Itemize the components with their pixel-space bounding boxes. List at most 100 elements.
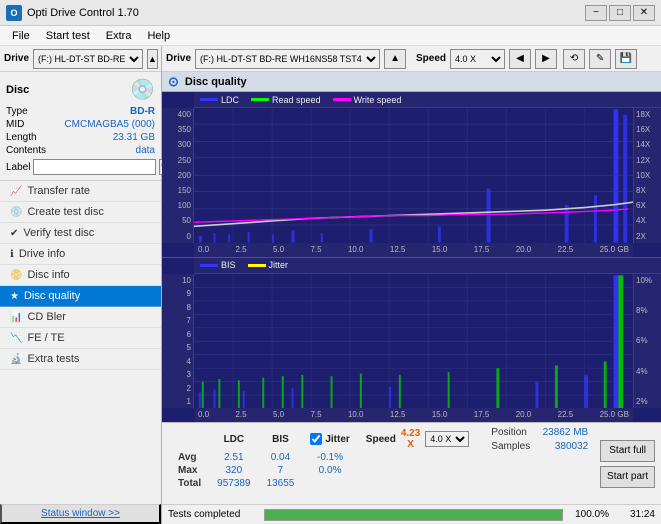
jitter-label: Jitter bbox=[325, 434, 349, 445]
stats-table: LDC BIS Jitter bbox=[170, 427, 477, 490]
jitter-checkbox[interactable] bbox=[310, 433, 322, 445]
legend-bis: BIS bbox=[200, 260, 236, 270]
disc-section-label: Disc bbox=[6, 84, 29, 96]
minimize-button[interactable]: − bbox=[585, 5, 607, 21]
samples-label: Samples bbox=[491, 441, 530, 452]
disc-quality-heading: Disc quality bbox=[185, 76, 247, 88]
nav-fe-te[interactable]: 📉 FE / TE bbox=[0, 328, 161, 349]
upper-y-left-300: 300 bbox=[178, 140, 191, 149]
menu-extra[interactable]: Extra bbox=[98, 29, 140, 43]
menu-help[interactable]: Help bbox=[139, 29, 178, 43]
upper-y-right-10x: 10X bbox=[636, 171, 650, 180]
speed-btn-1[interactable]: ◀ bbox=[509, 49, 531, 69]
upper-x-22-5: 22.5 bbox=[558, 245, 574, 255]
upper-x-20: 20.0 bbox=[516, 245, 532, 255]
lower-x-7-5: 7.5 bbox=[310, 410, 321, 420]
eject-button-right[interactable]: ▲ bbox=[384, 49, 406, 69]
speed-btn-3[interactable]: ⟲ bbox=[563, 49, 585, 69]
lower-y-left-9: 9 bbox=[187, 289, 191, 298]
drive-label: Drive bbox=[4, 53, 29, 64]
lower-x-20: 20.0 bbox=[516, 410, 532, 420]
nav-disc-quality[interactable]: ★ Disc quality bbox=[0, 286, 161, 307]
nav-extra-tests[interactable]: 🔬 Extra tests bbox=[0, 349, 161, 370]
nav-verify-test-disc[interactable]: ✔ Verify test disc bbox=[0, 223, 161, 244]
upper-y-right-4x: 4X bbox=[636, 216, 646, 225]
stats-total-label: Total bbox=[170, 477, 209, 490]
verify-test-disc-icon: ✔ bbox=[10, 228, 18, 239]
menu-file[interactable]: File bbox=[4, 29, 38, 43]
nav-cd-bler[interactable]: 📊 CD Bler bbox=[0, 307, 161, 328]
stats-total-ldc: 957389 bbox=[209, 477, 258, 490]
menu-start-test[interactable]: Start test bbox=[38, 29, 98, 43]
stats-max-bis: 7 bbox=[259, 464, 303, 477]
stats-avg-label: Avg bbox=[170, 451, 209, 464]
nav-disc-info[interactable]: 📀 Disc info bbox=[0, 265, 161, 286]
maximize-button[interactable]: □ bbox=[609, 5, 631, 21]
lower-y-right-4pct: 4% bbox=[636, 367, 648, 376]
upper-x-5: 5.0 bbox=[273, 245, 284, 255]
nav-create-test-disc[interactable]: 💿 Create test disc bbox=[0, 202, 161, 223]
status-window-button[interactable]: Status window >> bbox=[0, 504, 161, 524]
position-value: 23862 MB bbox=[543, 427, 589, 438]
save-button[interactable]: 💾 bbox=[615, 49, 637, 69]
stats-th-speed: Speed 4.23 X 4.0 X bbox=[358, 427, 477, 451]
stats-avg-bis: 0.04 bbox=[259, 451, 303, 464]
lower-x-2-5: 2.5 bbox=[235, 410, 246, 420]
disc-mid-value: CMCMAGBA5 (000) bbox=[64, 119, 155, 130]
action-buttons: Start full Start part bbox=[594, 423, 661, 504]
progress-percent: 100.0% bbox=[569, 509, 609, 520]
speed-btn-2[interactable]: ▶ bbox=[535, 49, 557, 69]
upper-x-12-5: 12.5 bbox=[390, 245, 406, 255]
lower-y-left-7: 7 bbox=[187, 316, 191, 325]
eject-button[interactable]: ▲ bbox=[147, 49, 158, 69]
verify-test-disc-label: Verify test disc bbox=[23, 227, 94, 239]
transfer-rate-label: Transfer rate bbox=[27, 185, 90, 197]
upper-y-right-8x: 8X bbox=[636, 186, 646, 195]
disc-graphic: 💿 bbox=[130, 77, 155, 102]
drive-select-right[interactable]: (F:) HL-DT-ST BD-RE WH16NS58 TST4 bbox=[195, 49, 380, 69]
disc-info-icon: 📀 bbox=[10, 270, 22, 281]
lower-y-right-2pct: 2% bbox=[636, 397, 648, 406]
upper-y-right-6x: 6X bbox=[636, 201, 646, 210]
disc-label-input[interactable] bbox=[33, 159, 156, 175]
upper-y-left-200: 200 bbox=[178, 171, 191, 180]
drive-select[interactable]: (F:) HL-DT-ST BD-RE WH16NS58 TST4 bbox=[33, 49, 143, 69]
disc-panel: Disc 💿 Type BD-R MID CMCMAGBA5 (000) Len… bbox=[0, 72, 161, 181]
disc-contents-label: Contents bbox=[6, 145, 46, 156]
lower-x-10: 10.0 bbox=[348, 410, 364, 420]
extra-tests-label: Extra tests bbox=[27, 353, 79, 365]
lower-y-right-10pct: 10% bbox=[636, 276, 652, 285]
speed-btn-4[interactable]: ✎ bbox=[589, 49, 611, 69]
close-button[interactable]: ✕ bbox=[633, 5, 655, 21]
start-full-button[interactable]: Start full bbox=[600, 440, 655, 462]
lower-x-0: 0.0 bbox=[198, 410, 209, 420]
drive-info-label: Drive info bbox=[19, 248, 65, 260]
chart-area: ⊙ Disc quality LDC Read speed bbox=[162, 72, 661, 422]
extra-tests-icon: 🔬 bbox=[10, 354, 22, 365]
start-part-button[interactable]: Start part bbox=[600, 466, 655, 488]
stats-max-ldc: 320 bbox=[209, 464, 258, 477]
stats-th-empty bbox=[170, 427, 209, 451]
lower-x-15: 15.0 bbox=[432, 410, 448, 420]
right-topbar: Drive (F:) HL-DT-ST BD-RE WH16NS58 TST4 … bbox=[162, 46, 661, 72]
upper-y-right-18x: 18X bbox=[636, 110, 650, 119]
lower-y-left-4: 4 bbox=[187, 357, 191, 366]
upper-x-2-5: 2.5 bbox=[235, 245, 246, 255]
status-bar: Tests completed 100.0% 31:24 bbox=[162, 504, 661, 524]
stats-total-bis: 13655 bbox=[259, 477, 303, 490]
upper-y-right-2x: 2X bbox=[636, 232, 646, 241]
nav-transfer-rate[interactable]: 📈 Transfer rate bbox=[0, 181, 161, 202]
lower-x-22-5: 22.5 bbox=[558, 410, 574, 420]
disc-mid-label: MID bbox=[6, 119, 24, 130]
upper-y-left-250: 250 bbox=[178, 156, 191, 165]
stats-right-panel: Position 23862 MB Samples 380032 bbox=[485, 423, 594, 504]
upper-y-left-0: 0 bbox=[187, 232, 191, 241]
speed-select-right[interactable]: 4.0 X bbox=[450, 49, 505, 69]
fe-te-icon: 📉 bbox=[10, 333, 22, 344]
nav-drive-info[interactable]: ℹ Drive info bbox=[0, 244, 161, 265]
lower-y-right-6pct: 6% bbox=[636, 336, 648, 345]
lower-chart-plot bbox=[194, 274, 633, 409]
speed-th-select[interactable]: 4.0 X bbox=[425, 431, 469, 447]
upper-x-7-5: 7.5 bbox=[310, 245, 321, 255]
status-text: Tests completed bbox=[168, 509, 258, 520]
